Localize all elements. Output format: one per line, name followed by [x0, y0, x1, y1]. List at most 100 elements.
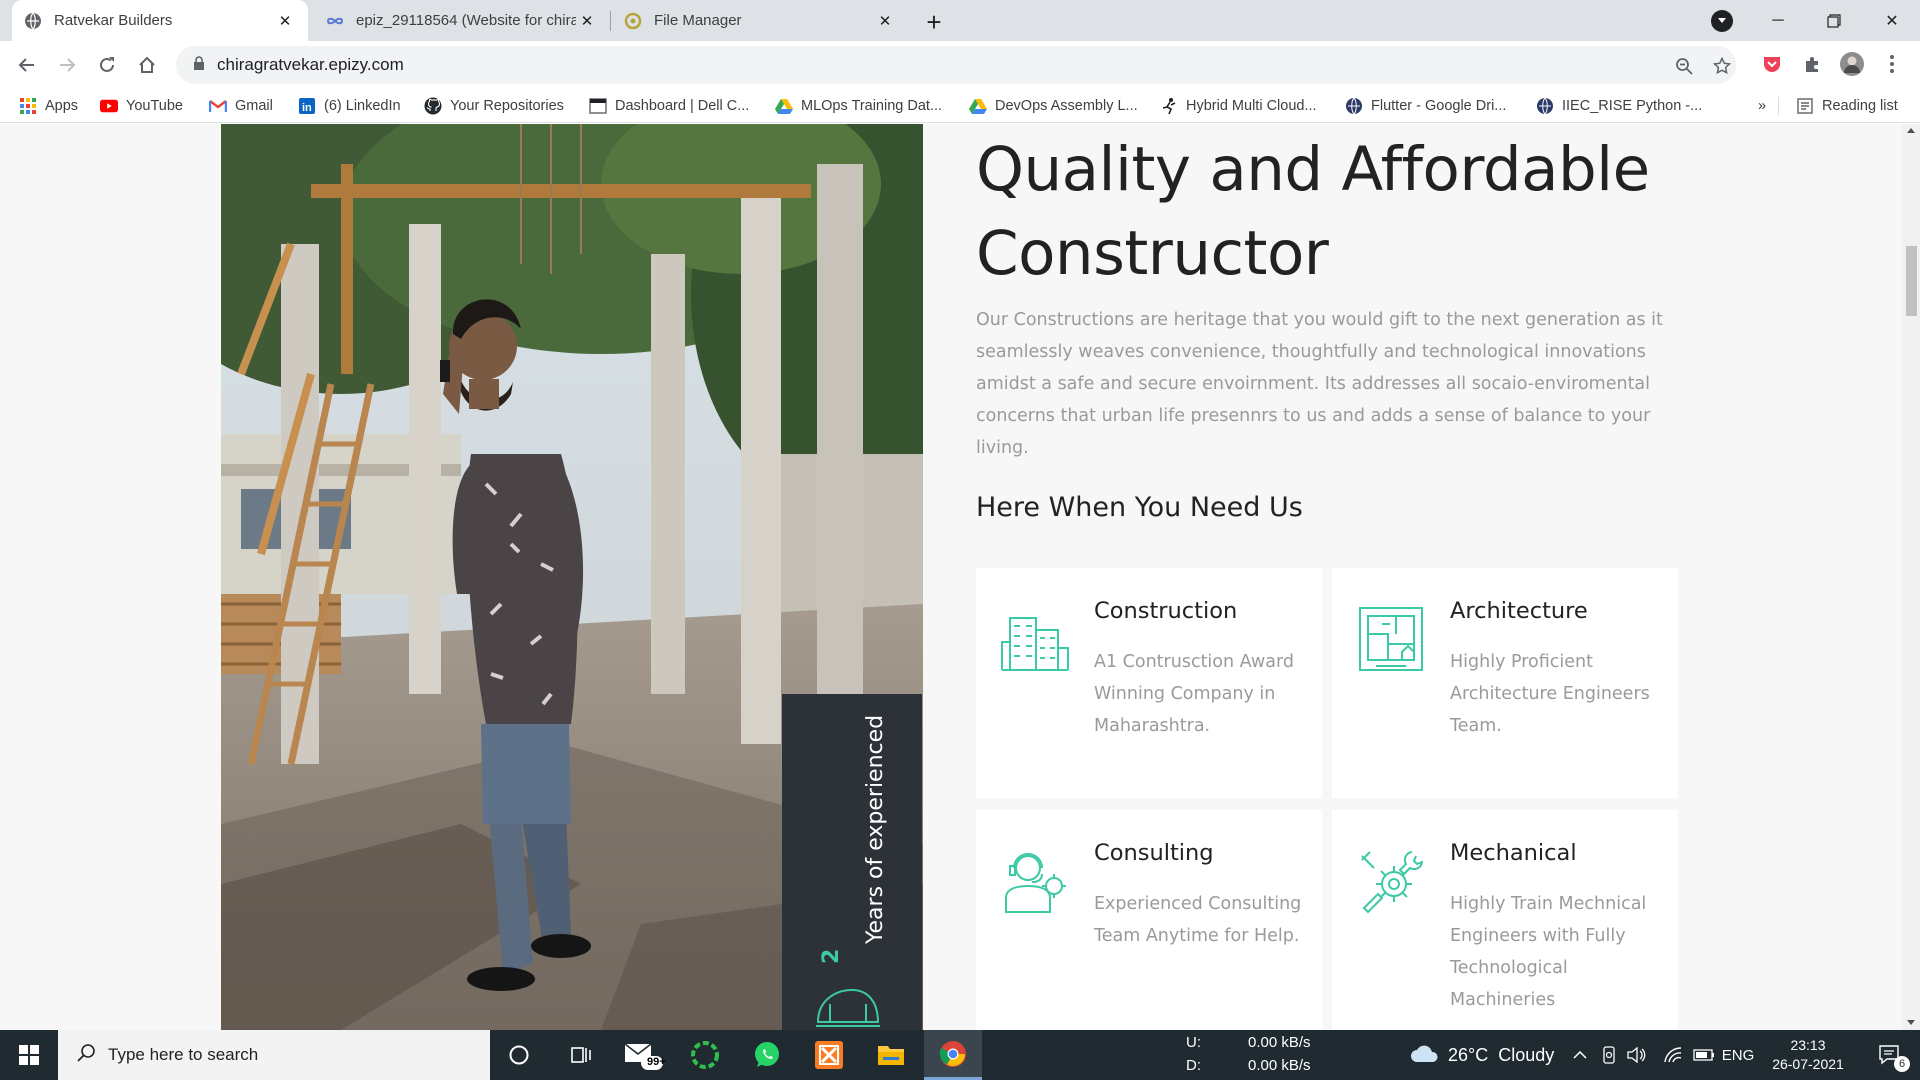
address-bar[interactable]: chiragratvekar.epizy.com [176, 46, 1736, 84]
tab-title: Ratvekar Builders [54, 12, 173, 29]
scrollbar-thumb[interactable] [1906, 246, 1917, 316]
new-tab-button[interactable]: + [918, 6, 950, 38]
show-hidden-icons-icon[interactable] [1568, 1030, 1592, 1080]
tab-search-icon[interactable] [1711, 10, 1733, 32]
scroll-down-icon[interactable] [1907, 1020, 1915, 1025]
bookmark-star-icon[interactable] [1712, 56, 1732, 76]
close-tab-icon[interactable]: ✕ [576, 10, 598, 32]
scroll-up-icon[interactable] [1907, 128, 1915, 133]
windows-taskbar: Type here to search 99+ U: 0.00 kB/s D: … [0, 1030, 1920, 1080]
globe-icon [1345, 97, 1363, 115]
mail-app-icon[interactable]: 99+ [614, 1030, 672, 1080]
about-paragraph: Our Constructions are heritage that you … [976, 310, 1663, 458]
bookmark-iiec[interactable]: IIEC_RISE Python -... [1536, 95, 1702, 117]
zoom-icon[interactable] [1674, 56, 1694, 76]
lock-icon[interactable] [193, 55, 205, 75]
volume-icon[interactable] [1624, 1030, 1650, 1080]
net-download-label: D: [1186, 1057, 1201, 1074]
service-card-construction[interactable]: Construction A1 Contrusction Award Winni… [976, 568, 1322, 798]
page-scrollbar[interactable] [1902, 124, 1920, 1030]
chrome-menu-icon[interactable] [1877, 49, 1907, 79]
more-bookmarks-button[interactable]: » [1758, 95, 1766, 117]
search-placeholder: Type here to search [108, 1045, 259, 1064]
clock-time: 23:13 [1790, 1037, 1826, 1053]
bookmark-apps[interactable]: Apps [19, 95, 78, 117]
bookmark-flutter[interactable]: Flutter - Google Dri... [1345, 95, 1506, 117]
windows-start-icon[interactable] [0, 1030, 58, 1080]
tab-title: File Manager [654, 12, 742, 29]
notifications-icon[interactable]: 6 [1868, 1030, 1912, 1080]
file-manager-icon [624, 12, 642, 30]
whatsapp-icon[interactable] [738, 1030, 796, 1080]
services-subheading: Here When You Need Us [976, 492, 1303, 523]
linkedin-icon: in [298, 97, 316, 115]
bookmark-dell[interactable]: Dashboard | Dell C... [589, 95, 749, 117]
bookmark-label: Gmail [235, 98, 273, 114]
tab-strip: Ratvekar Builders ✕ epiz_29118564 (Websi… [0, 0, 1920, 41]
minimize-icon[interactable]: ─ [1750, 0, 1806, 41]
tab-file-manager[interactable]: File Manager ✕ [612, 0, 908, 41]
bookmark-label: (6) LinkedIn [324, 98, 401, 114]
bookmark-github[interactable]: Your Repositories [424, 95, 564, 117]
service-card-consulting[interactable]: Consulting Experienced Consulting Team A… [976, 810, 1322, 1030]
bookmark-linkedin[interactable]: in (6) LinkedIn [298, 95, 401, 117]
tab-epiz-website[interactable]: epiz_29118564 (Website for chira ✕ [314, 0, 610, 41]
extensions-puzzle-icon[interactable] [1797, 49, 1827, 79]
heading-line-2: Constructor [976, 218, 1329, 289]
card-text: A1 Contrusction Award Winning Company in… [1094, 652, 1294, 736]
close-tab-icon[interactable]: ✕ [874, 10, 896, 32]
search-icon [76, 1043, 96, 1068]
globe-icon [24, 12, 42, 30]
bookmark-label: DevOps Assembly L... [995, 98, 1138, 114]
card-title: Architecture [1450, 598, 1588, 624]
restore-icon[interactable] [1806, 0, 1862, 41]
net-upload-label: U: [1186, 1034, 1201, 1051]
service-card-mechanical[interactable]: Mechanical Highly Train Mechnical Engine… [1332, 810, 1678, 1030]
forward-icon[interactable] [49, 47, 85, 83]
wifi-icon[interactable] [1660, 1030, 1686, 1080]
language-indicator[interactable]: ENG [1718, 1030, 1758, 1080]
taskbar-search-box[interactable]: Type here to search [58, 1030, 490, 1080]
clock-date: 26-07-2021 [1772, 1056, 1844, 1072]
tab-title: epiz_29118564 (Website for chira [356, 12, 576, 29]
weather-widget[interactable]: 26°C Cloudy [1410, 1030, 1554, 1080]
pocket-extension-icon[interactable] [1757, 49, 1787, 79]
bookmark-label: YouTube [126, 98, 183, 114]
task-view-icon[interactable] [552, 1030, 610, 1080]
card-title: Mechanical [1450, 840, 1577, 866]
cortana-icon[interactable] [490, 1030, 548, 1080]
back-icon[interactable] [9, 47, 45, 83]
infinity-icon [326, 12, 344, 30]
bookmark-devops[interactable]: DevOps Assembly L... [969, 95, 1138, 117]
home-icon[interactable] [129, 47, 165, 83]
building-icon [1000, 604, 1070, 674]
drive-icon [969, 97, 987, 115]
net-upload-value: 0.00 kB/s [1248, 1034, 1311, 1051]
loading-ring-icon[interactable] [676, 1030, 734, 1080]
drive-icon [775, 97, 793, 115]
bookmark-gmail[interactable]: Gmail [209, 95, 273, 117]
browser-toolbar: chiragratvekar.epizy.com [0, 41, 1920, 89]
youtube-icon [100, 97, 118, 115]
bookmark-youtube[interactable]: YouTube [100, 95, 183, 117]
close-tab-icon[interactable]: ✕ [274, 10, 296, 32]
close-window-icon[interactable]: ✕ [1864, 0, 1920, 41]
system-clock[interactable]: 23:13 26-07-2021 [1758, 1036, 1858, 1074]
file-explorer-icon[interactable] [862, 1030, 920, 1080]
bookmark-hybrid[interactable]: Hybrid Multi Cloud... [1160, 95, 1317, 117]
service-card-architecture[interactable]: Architecture Highly Proficient Architect… [1332, 568, 1678, 798]
reading-list-button[interactable]: Reading list [1796, 95, 1898, 117]
card-text: Highly Train Mechnical Engineers with Fu… [1450, 894, 1647, 1010]
chrome-taskbar-icon[interactable] [924, 1030, 982, 1080]
xampp-icon[interactable] [800, 1030, 858, 1080]
bookmark-mlops[interactable]: MLOps Training Dat... [775, 95, 942, 117]
battery-icon[interactable] [1690, 1030, 1718, 1080]
bookmark-label: Your Repositories [450, 98, 564, 114]
bookmark-label: IIEC_RISE Python -... [1562, 98, 1703, 114]
profile-avatar[interactable] [1837, 49, 1867, 79]
svg-text:in: in [302, 102, 312, 114]
device-icon[interactable] [1596, 1030, 1622, 1080]
reading-list-label: Reading list [1822, 98, 1898, 114]
reload-icon[interactable] [89, 47, 125, 83]
tab-ratvekar-builders[interactable]: Ratvekar Builders ✕ [12, 0, 308, 41]
